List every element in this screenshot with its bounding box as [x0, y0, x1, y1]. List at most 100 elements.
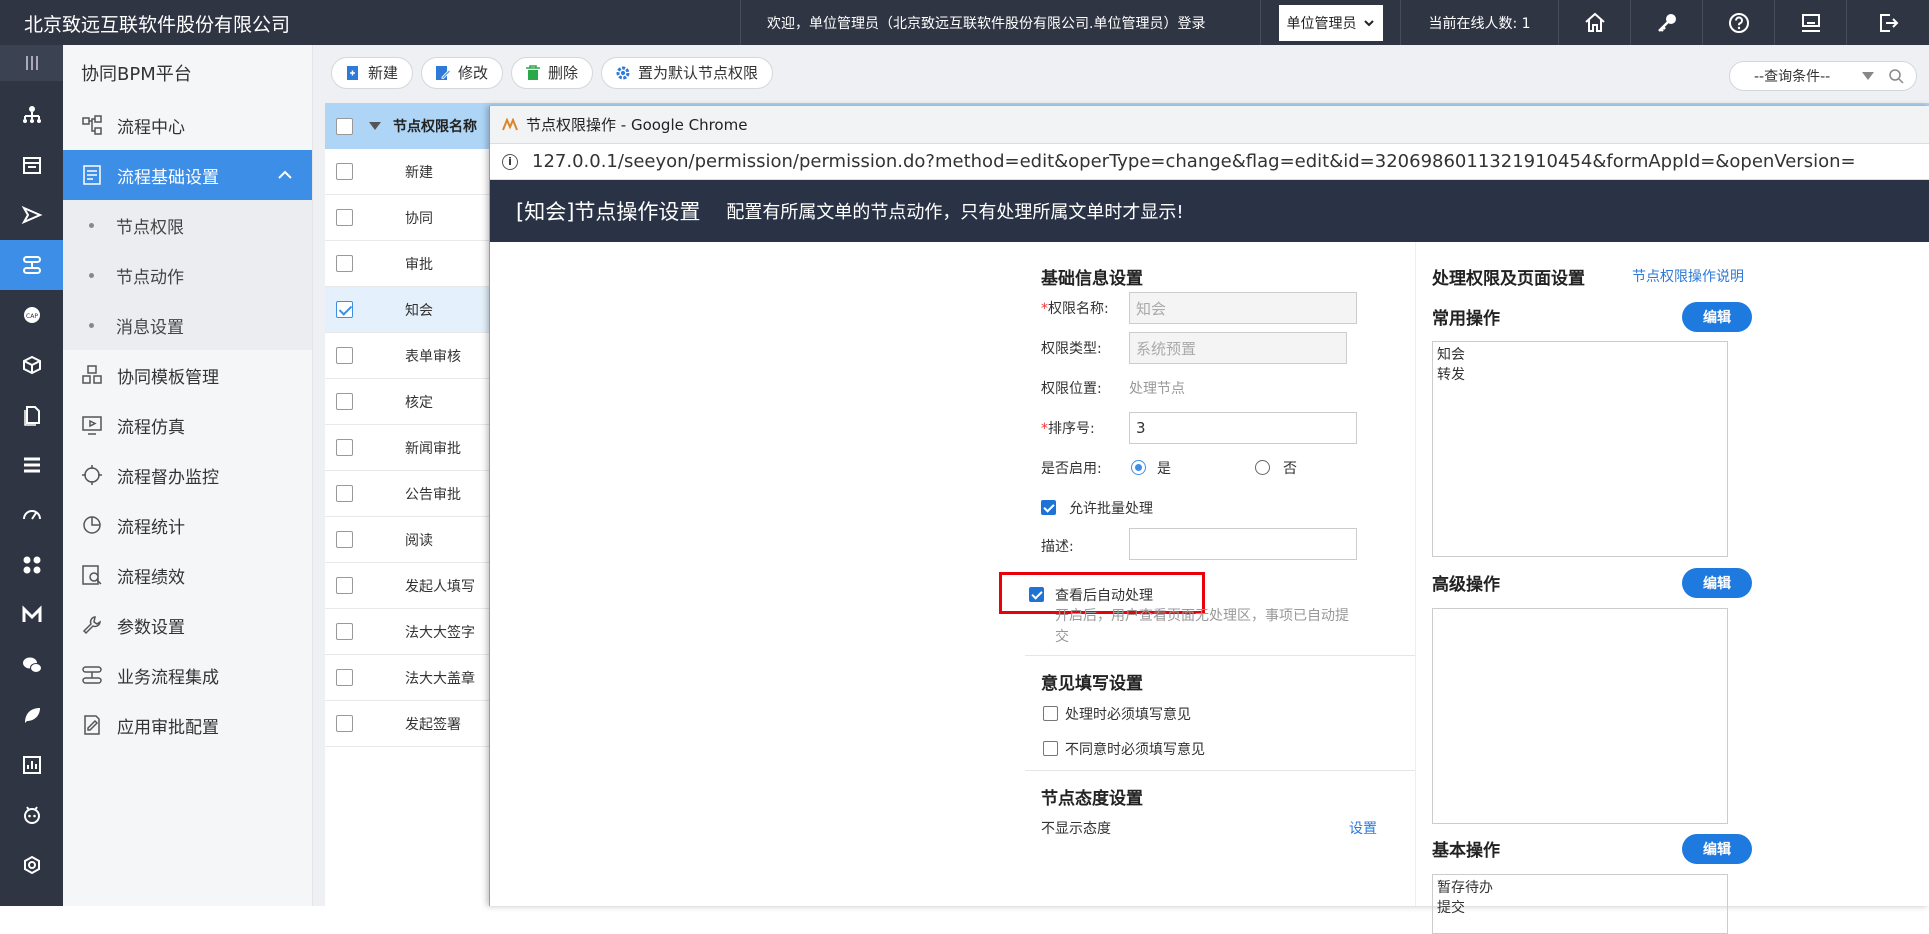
- basic-ops-list[interactable]: 暂存待办 提交: [1432, 874, 1728, 934]
- home-icon[interactable]: [1558, 0, 1630, 45]
- row-name: 阅读: [405, 532, 433, 549]
- new-doc-icon: [347, 65, 358, 80]
- desc-field[interactable]: [1129, 528, 1357, 560]
- sidebar-item-process-center[interactable]: 流程中心: [63, 100, 312, 150]
- enable-yes-radio[interactable]: [1131, 460, 1146, 475]
- edit-button[interactable]: 修改: [421, 56, 504, 89]
- row-checkbox[interactable]: [336, 577, 353, 594]
- row-checkbox[interactable]: [336, 255, 353, 272]
- row-checkbox[interactable]: [336, 439, 353, 456]
- cap-icon[interactable]: CAP: [0, 290, 63, 340]
- must-disagree-label: 不同意时必须填写意见: [1065, 742, 1205, 758]
- row-name: 发起人填写: [405, 578, 475, 595]
- row-checkbox[interactable]: [336, 209, 353, 226]
- advanced-edit-button[interactable]: 编辑: [1682, 568, 1752, 598]
- monitor-icon[interactable]: [1774, 0, 1846, 45]
- search-doc-icon: [82, 565, 102, 585]
- sidebar-item-node-action[interactable]: 节点动作: [63, 250, 312, 300]
- sidebar-item-integration[interactable]: 业务流程集成: [63, 650, 312, 700]
- role-selector[interactable]: 单位管理员: [1260, 0, 1400, 45]
- list-item: 提交: [1437, 900, 1465, 916]
- database-icon[interactable]: [0, 440, 63, 490]
- position-value: 处理节点: [1129, 381, 1185, 397]
- key-icon[interactable]: [1630, 0, 1702, 45]
- report-icon[interactable]: [0, 740, 63, 790]
- calendar-icon[interactable]: [0, 140, 63, 190]
- form-icon: [83, 165, 101, 185]
- sidebar-item-approval-config[interactable]: 应用审批配置: [63, 700, 312, 750]
- sidebar-item-parameters[interactable]: 参数设置: [63, 600, 312, 650]
- caret-down-icon[interactable]: [369, 122, 381, 130]
- common-ops-list[interactable]: 知会 转发: [1432, 341, 1728, 557]
- leaf-icon[interactable]: [0, 690, 63, 740]
- sidebar-item-message-settings[interactable]: 消息设置: [63, 300, 312, 350]
- batch-checkbox[interactable]: [1041, 500, 1056, 515]
- row-checkbox[interactable]: [336, 163, 353, 180]
- org-icon[interactable]: [0, 90, 63, 140]
- sidebar-item-supervision[interactable]: 流程督办监控: [63, 450, 312, 500]
- row-checkbox[interactable]: [336, 485, 353, 502]
- sidebar-item-node-permission[interactable]: 节点权限: [63, 200, 312, 250]
- logout-icon[interactable]: [1846, 0, 1929, 45]
- search-icon[interactable]: [1888, 68, 1904, 84]
- order-field[interactable]: 3: [1129, 412, 1357, 444]
- sidebar-item-process-basic-settings[interactable]: 流程基础设置: [63, 150, 312, 200]
- must-opinion-checkbox[interactable]: [1043, 706, 1058, 721]
- new-button[interactable]: 新建: [331, 56, 414, 89]
- row-checkbox[interactable]: [336, 715, 353, 732]
- cube-icon[interactable]: [0, 340, 63, 390]
- trash-icon: [526, 64, 541, 80]
- left-rail: CAP: [0, 45, 63, 906]
- edit-doc-icon: [84, 715, 100, 735]
- row-name: 公告审批: [405, 486, 461, 503]
- row-checkbox[interactable]: [336, 623, 353, 640]
- select-all-checkbox[interactable]: [336, 117, 353, 135]
- sidebar-item-template-mgmt[interactable]: 协同模板管理: [63, 350, 312, 400]
- hex-icon[interactable]: [0, 840, 63, 890]
- workflow-icon[interactable]: [0, 240, 63, 290]
- enable-no-radio[interactable]: [1255, 460, 1270, 475]
- right-section-title: 处理权限及页面设置: [1432, 269, 1585, 289]
- robot-icon[interactable]: [0, 790, 63, 840]
- attitude-set-link[interactable]: 设置: [1349, 818, 1377, 838]
- name-field[interactable]: 知会: [1129, 292, 1357, 324]
- help-link[interactable]: 节点权限操作说明: [1632, 266, 1744, 286]
- m-logo-icon[interactable]: [0, 590, 63, 640]
- sidebar-item-simulation[interactable]: 流程仿真: [63, 400, 312, 450]
- auto-process-checkbox[interactable]: [1029, 587, 1044, 602]
- document-icon[interactable]: [0, 390, 63, 440]
- app-logo-icon: [502, 117, 518, 130]
- row-name: 审批: [405, 256, 433, 273]
- send-icon[interactable]: [0, 190, 63, 240]
- row-name: 法大大盖章: [405, 670, 475, 687]
- row-checkbox[interactable]: [336, 301, 353, 318]
- common-edit-button[interactable]: 编辑: [1682, 302, 1752, 332]
- sidebar-item-statistics[interactable]: 流程统计: [63, 500, 312, 550]
- info-icon[interactable]: i: [502, 153, 518, 170]
- enable-no-label: 否: [1283, 461, 1297, 477]
- delete-button[interactable]: 删除: [511, 56, 594, 89]
- row-checkbox[interactable]: [336, 669, 353, 686]
- sidebar-item-performance[interactable]: 流程绩效: [63, 550, 312, 600]
- must-disagree-checkbox[interactable]: [1043, 741, 1058, 756]
- apps-icon[interactable]: [0, 540, 63, 590]
- set-default-button[interactable]: 置为默认节点权限: [601, 56, 774, 89]
- help-icon[interactable]: [1702, 0, 1774, 45]
- desc-label: 描述:: [1041, 539, 1074, 555]
- basic-edit-button[interactable]: 编辑: [1682, 834, 1752, 864]
- list-item: 暂存待办: [1437, 880, 1493, 896]
- chevron-down-icon: [1363, 19, 1374, 26]
- gear-icon: [616, 66, 630, 79]
- row-checkbox[interactable]: [336, 531, 353, 548]
- address-bar[interactable]: i 127.0.0.1/seeyon/permission/permission…: [490, 144, 1929, 180]
- query-select[interactable]: --查询条件--: [1729, 61, 1917, 91]
- advanced-ops-list[interactable]: [1432, 608, 1728, 824]
- dashboard-icon[interactable]: [0, 490, 63, 540]
- position-label: 权限位置:: [1041, 381, 1102, 397]
- row-checkbox[interactable]: [336, 393, 353, 410]
- type-field[interactable]: 系统预置: [1129, 332, 1347, 364]
- row-checkbox[interactable]: [336, 347, 353, 364]
- wechat-icon[interactable]: [0, 640, 63, 690]
- basic-settings-panel: 基础信息设置 *权限名称: 知会 权限类型: 系统预置 权限位置: 处理节点 *…: [999, 242, 1415, 906]
- menu-icon[interactable]: [0, 45, 63, 81]
